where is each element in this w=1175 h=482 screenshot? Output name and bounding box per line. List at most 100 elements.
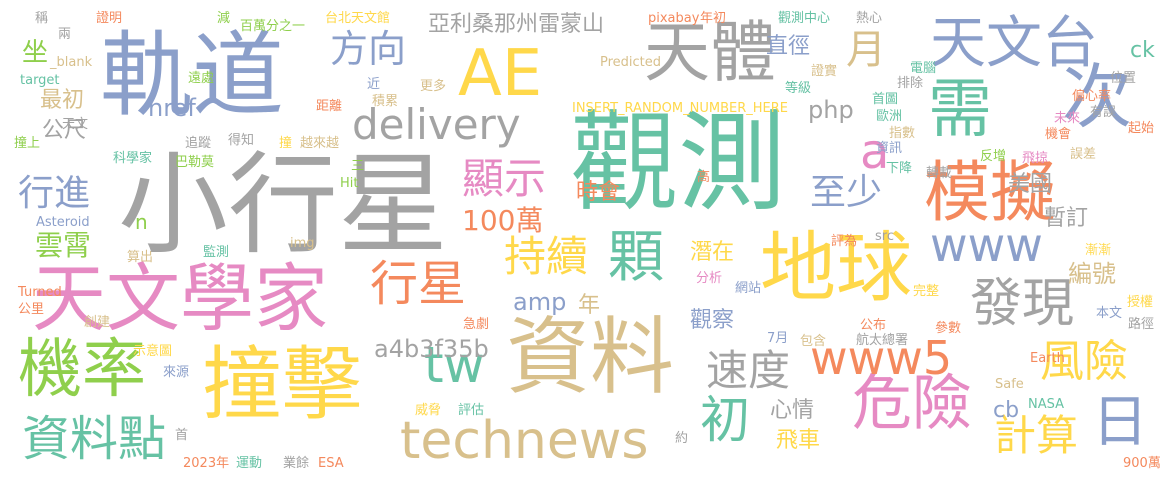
cloud-word: 排除	[897, 76, 924, 91]
cloud-word: 減	[217, 11, 231, 26]
cloud-word: 熱心	[856, 11, 883, 26]
cloud-word: 稱	[35, 11, 49, 26]
cloud-word: 月	[846, 27, 886, 73]
cloud-word: href	[148, 94, 196, 122]
cloud-word: 年	[578, 293, 601, 318]
cloud-word: 積累	[372, 94, 399, 109]
cloud-word: AE	[458, 37, 543, 111]
cloud-word: a4b3f35b	[374, 335, 489, 363]
cloud-word: 網站	[735, 281, 762, 296]
cloud-word: 參數	[935, 321, 962, 336]
cloud-word: 天文	[62, 117, 89, 132]
cloud-word: 行星	[370, 256, 467, 312]
cloud-word: 本文	[1096, 306, 1123, 321]
cloud-word: 行進	[18, 173, 91, 214]
cloud-word: 百萬分之一	[240, 19, 306, 34]
cloud-word: 巴勒莫	[175, 155, 215, 170]
cloud-word: 近	[367, 77, 381, 92]
cloud-word: 完整	[913, 284, 940, 299]
cloud-word: 高	[697, 170, 711, 185]
cloud-word: 業餘	[283, 456, 310, 471]
cloud-word: 創建	[84, 315, 111, 330]
cloud-word: 包含	[800, 334, 827, 349]
word-cloud: 觀測 小行星 軌道 天文學家 撞擊 資料 地球 AE 天體 模擬需次天文台 機率 危險 technews…	[0, 0, 1175, 482]
cloud-word: ck	[1130, 38, 1155, 63]
cloud-word: 等級	[785, 81, 812, 96]
cloud-word: Turned	[18, 285, 62, 300]
cloud-word: 觀察	[690, 308, 735, 333]
cloud-word: 來源	[163, 365, 190, 380]
cloud-word: 下降	[886, 161, 913, 176]
cloud-word: 機會	[1045, 127, 1072, 142]
cloud-word: 坐	[22, 38, 49, 68]
cloud-word: www	[930, 218, 1043, 272]
cloud-word: 撞上	[14, 136, 41, 151]
cloud-word: 顆	[608, 225, 664, 290]
cloud-word: php	[808, 96, 854, 124]
cloud-word: 亞利桑那州雷蒙山	[428, 12, 605, 37]
cloud-word: 證實	[811, 64, 838, 79]
cloud-word: 方向	[330, 27, 407, 71]
cloud-word: 顯示	[462, 154, 547, 203]
cloud-word: 機率	[18, 333, 146, 407]
cloud-word: 授權	[1127, 295, 1154, 310]
cloud-word: 至少	[810, 172, 883, 213]
cloud-word: 初	[700, 391, 750, 449]
cloud-word: 距離	[316, 99, 343, 114]
cloud-word: 算出	[127, 250, 154, 265]
cloud-word: 未來	[1054, 111, 1081, 126]
cloud-word: 示意圖	[133, 344, 173, 359]
cloud-word: 急劇	[463, 317, 490, 332]
cloud-word: 追蹤	[185, 136, 212, 151]
cloud-word: 首圖	[872, 92, 899, 107]
cloud-word: 編號	[1068, 260, 1116, 288]
cloud-word: Safe	[995, 377, 1024, 392]
cloud-word: 撞	[279, 136, 293, 151]
cloud-word: 資訊	[876, 141, 903, 156]
cloud-word: 電腦	[910, 61, 937, 76]
cloud-word: 轉載	[926, 166, 953, 181]
cloud-word: Asteroid	[36, 215, 90, 230]
cloud-word: 約	[675, 431, 689, 446]
cloud-word: 小行星	[118, 141, 448, 269]
cloud-word: 7月	[767, 331, 789, 346]
cloud-word: 偏心率	[1072, 89, 1112, 104]
cloud-word: 飛車	[776, 428, 821, 453]
cloud-word: 運動	[236, 456, 263, 471]
cloud-word: 觀測中心	[778, 11, 831, 26]
cloud-word: 天體	[644, 14, 776, 91]
cloud-word: Predicted	[600, 55, 662, 70]
cloud-word: 評估	[458, 403, 485, 418]
cloud-word: 兩	[58, 27, 72, 42]
cloud-word: 2023年	[183, 456, 230, 471]
cloud-word: 年初	[700, 11, 727, 26]
cloud-word: 首	[175, 428, 189, 443]
cloud-word: 天文學家	[32, 256, 328, 342]
cloud-word: src	[875, 229, 894, 244]
cloud-word: ESA	[318, 456, 344, 471]
cloud-word: 評為	[831, 234, 858, 249]
cloud-word: n	[135, 210, 148, 234]
cloud-word: 指數	[889, 126, 916, 141]
cloud-word: 反增	[980, 149, 1007, 164]
cloud-word: amp	[513, 288, 567, 316]
cloud-word: 天文台	[930, 11, 1098, 76]
cloud-word: 越來越	[300, 136, 340, 151]
cloud-word: target	[20, 73, 60, 88]
cloud-word: 公里	[18, 302, 45, 317]
cloud-word: 900萬	[1123, 456, 1161, 471]
cloud-word: 遠處	[188, 71, 215, 86]
cloud-word: 日	[1092, 390, 1148, 455]
cloud-word: 監測	[203, 245, 230, 260]
cloud-word: 直徑	[766, 34, 811, 59]
cloud-word: 三	[351, 159, 365, 174]
cloud-word: 持續	[504, 232, 589, 281]
cloud-word: INSERT_RANDOM_NUMBER_HERE	[572, 101, 788, 116]
cloud-word: _blank	[50, 55, 93, 70]
cloud-word: 科學家	[113, 151, 153, 166]
cloud-word: 需	[928, 73, 992, 147]
cloud-word: 證明	[96, 11, 123, 26]
cloud-word: 時會	[576, 180, 621, 205]
cloud-word: 最初	[40, 88, 85, 113]
cloud-word: 得知	[228, 133, 255, 148]
